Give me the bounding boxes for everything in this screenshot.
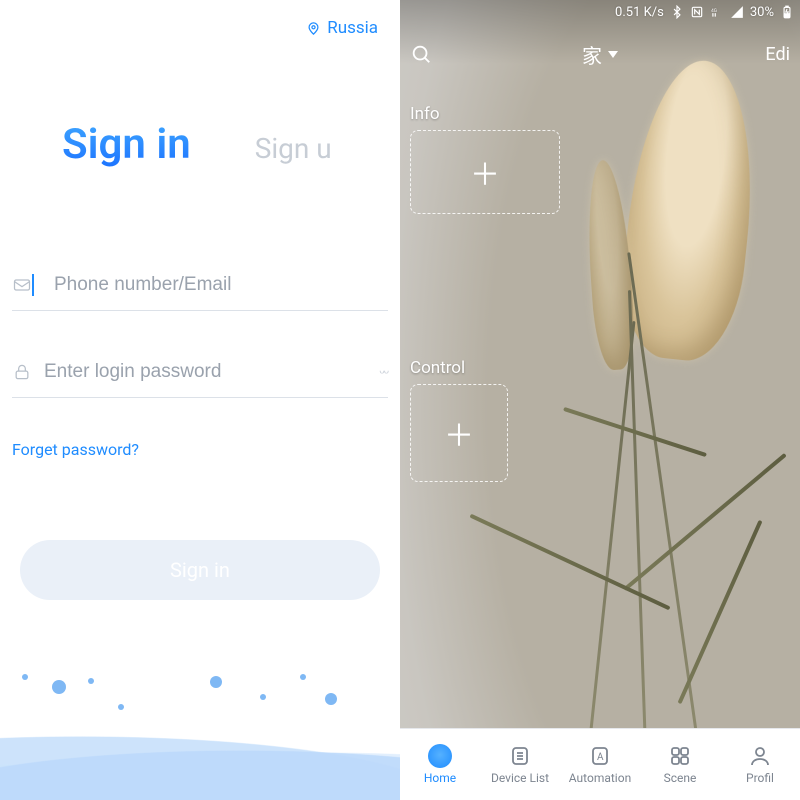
- svg-text:A: A: [597, 752, 604, 763]
- scene-icon: [668, 744, 692, 768]
- signin-button[interactable]: Sign in: [20, 540, 380, 600]
- battery-percent: 30%: [750, 5, 774, 20]
- battery-icon: [780, 5, 794, 19]
- section-label-info: Info: [410, 104, 440, 124]
- search-icon[interactable]: [410, 43, 432, 65]
- add-control-card[interactable]: ＋: [410, 384, 508, 482]
- bluetooth-icon: [670, 5, 684, 19]
- nav-automation[interactable]: A Automation: [560, 729, 640, 800]
- svg-text:4G: 4G: [711, 8, 717, 14]
- nav-device-list[interactable]: Device List: [480, 729, 560, 800]
- home-title: 家: [582, 40, 602, 69]
- lock-icon: [12, 362, 32, 382]
- profile-icon: [748, 744, 772, 768]
- nav-home[interactable]: Home: [400, 729, 480, 800]
- forgot-password-link[interactable]: Forget password?: [12, 440, 139, 459]
- nav-label: Automation: [569, 771, 631, 785]
- network-speed: 0.51 K/s: [615, 5, 664, 20]
- app-bar: 家 Edi: [400, 34, 800, 74]
- bottom-nav: Home Device List A Automation Scene Prof…: [400, 728, 800, 800]
- auth-tabs: Sign in Sign u: [0, 120, 400, 169]
- nav-label: Device List: [491, 771, 549, 785]
- nav-label: Scene: [664, 771, 697, 785]
- nfc-icon: [690, 5, 704, 19]
- home-icon: [428, 744, 452, 768]
- nav-label: Profil: [746, 771, 774, 785]
- device-list-icon: [508, 744, 532, 768]
- android-status-bar: 0.51 K/s 4G 30%: [615, 0, 794, 24]
- plus-icon: ＋: [470, 150, 500, 194]
- signin-screen: Russia Sign in Sign u ᵕᵕ Forget password…: [0, 0, 400, 800]
- region-selector[interactable]: Russia: [306, 18, 378, 38]
- login-form: ᵕᵕ: [12, 260, 388, 398]
- password-input[interactable]: [44, 361, 379, 383]
- home-selector[interactable]: 家: [582, 40, 618, 69]
- username-field-row: [12, 260, 388, 311]
- nav-label: Home: [424, 771, 456, 785]
- show-password-icon[interactable]: ᵕᵕ: [379, 364, 388, 381]
- nav-scene[interactable]: Scene: [640, 729, 720, 800]
- text-cursor: [32, 274, 42, 296]
- section-label-control: Control: [410, 358, 465, 378]
- automation-icon: A: [588, 744, 612, 768]
- username-input[interactable]: [54, 274, 388, 296]
- tab-signin[interactable]: Sign in: [62, 120, 191, 169]
- edit-button[interactable]: Edi: [765, 44, 790, 65]
- password-field-row: ᵕᵕ: [12, 347, 388, 398]
- home-screen: 0.51 K/s 4G 30% 家 Edi Info ＋ Control ＋ H…: [400, 0, 800, 800]
- location-pin-icon: [306, 21, 321, 36]
- region-label: Russia: [327, 18, 378, 38]
- lte-icon: 4G: [710, 5, 724, 19]
- add-info-card[interactable]: ＋: [410, 130, 560, 214]
- signal-icon: [730, 5, 744, 19]
- nav-profile[interactable]: Profil: [720, 729, 800, 800]
- signin-button-label: Sign in: [170, 558, 230, 582]
- decorative-waves: [0, 680, 400, 800]
- mail-icon: [12, 275, 32, 295]
- tab-signup[interactable]: Sign u: [255, 132, 332, 165]
- plus-icon: ＋: [444, 411, 474, 455]
- chevron-down-icon: [608, 51, 618, 58]
